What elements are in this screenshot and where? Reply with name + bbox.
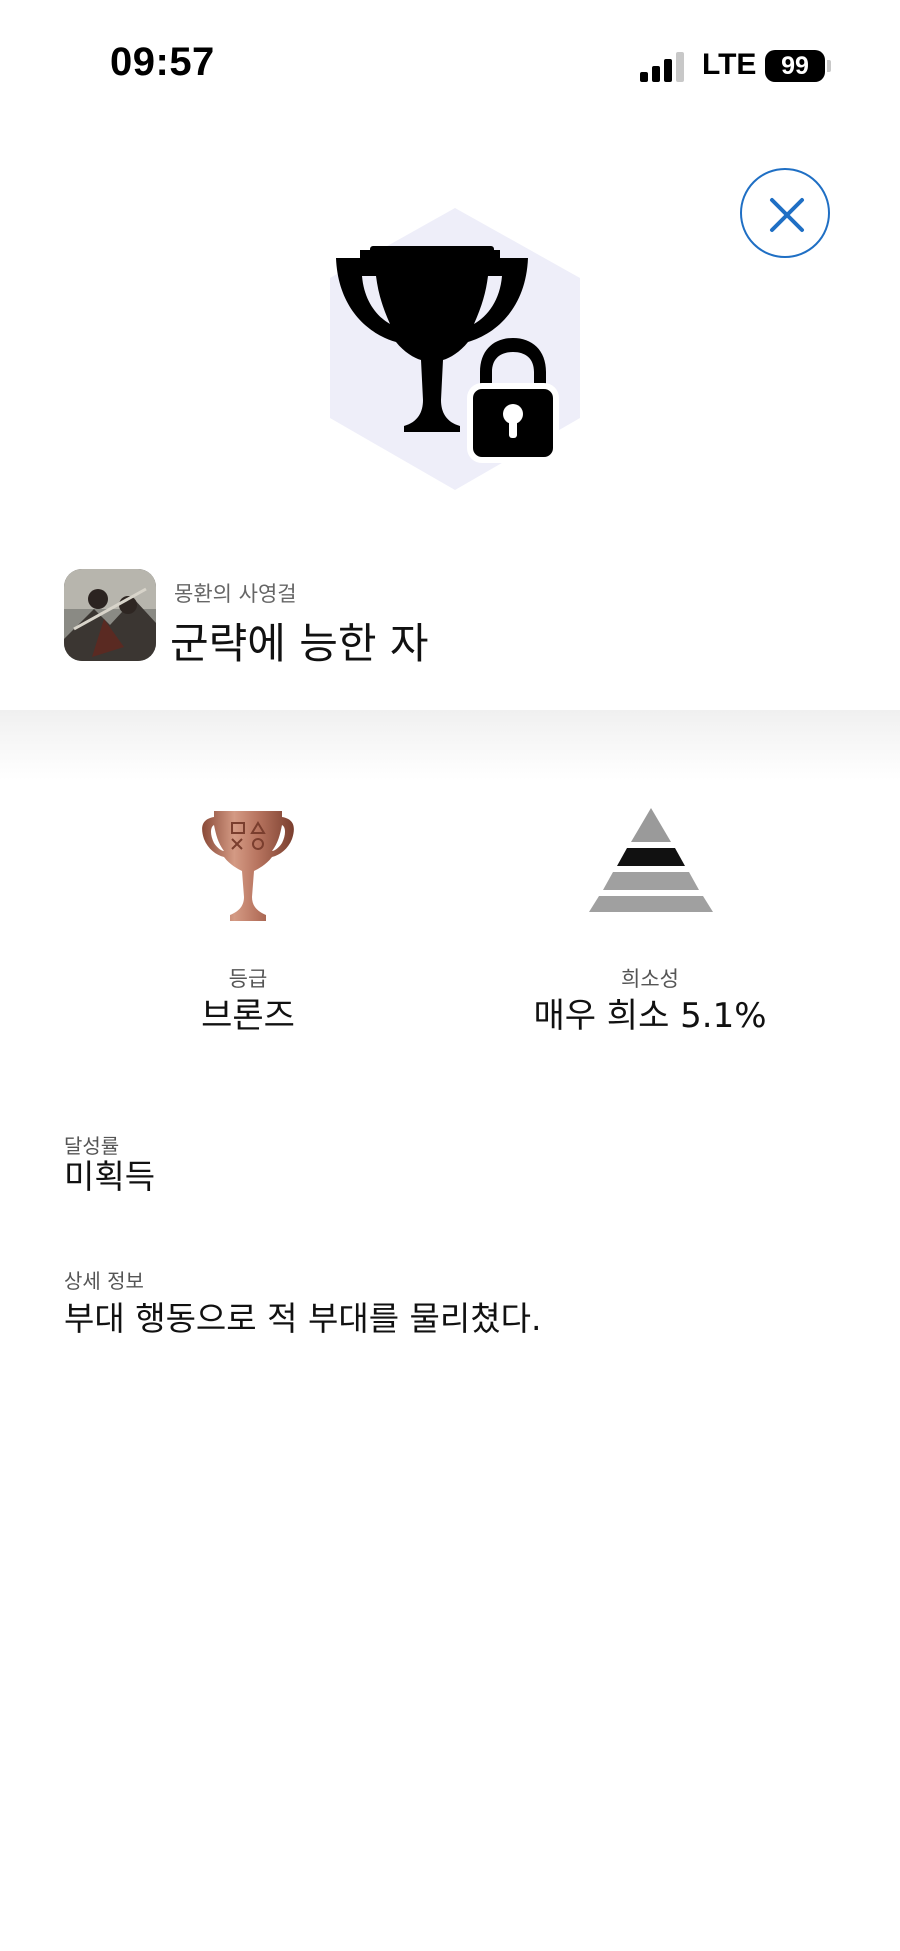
bronze-trophy-icon (200, 805, 296, 925)
header-shadow (0, 710, 900, 780)
battery-tip (827, 60, 831, 72)
game-title: 몽환의 사영걸 (174, 582, 297, 606)
details-label: 상세 정보 (64, 1269, 144, 1293)
close-button[interactable] (740, 168, 830, 258)
close-icon (770, 198, 804, 232)
trophy-name: 군략에 능한 자 (170, 619, 429, 668)
game-icon (64, 569, 156, 661)
grade-value: 브론즈 (201, 996, 295, 1036)
status-time: 09:57 (110, 40, 215, 84)
signal-icon (640, 52, 686, 82)
network-type: LTE (702, 48, 757, 81)
status-bar: 09:57 LTE 99 (0, 0, 900, 130)
rarity-pyramid-icon (589, 808, 713, 912)
details-value: 부대 행동으로 적 부대를 물리쳤다. (64, 1299, 542, 1338)
rarity-value: 매우 희소 5.1% (533, 996, 767, 1036)
battery-icon: 99 (765, 50, 825, 82)
achievement-value: 미획득 (64, 1157, 156, 1196)
trophy-hero (300, 200, 610, 500)
